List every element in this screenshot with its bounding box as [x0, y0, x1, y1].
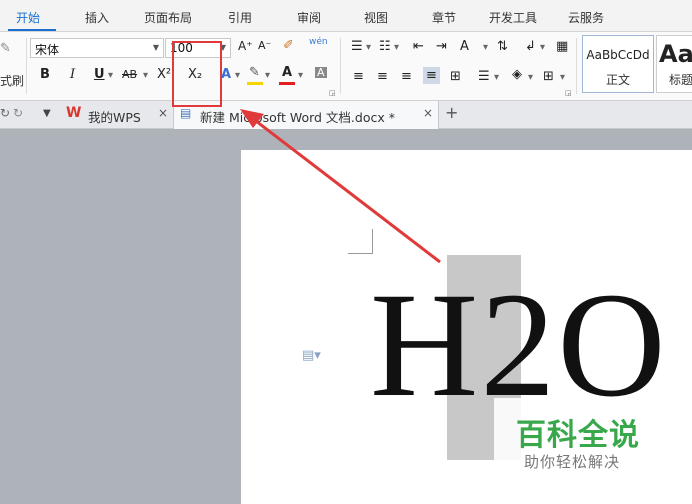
watermark: 百科全说 助你轻松解决	[494, 398, 654, 484]
watermark-title: 百科全说	[516, 418, 640, 453]
watermark-subtitle: 助你轻松解决	[524, 453, 621, 471]
